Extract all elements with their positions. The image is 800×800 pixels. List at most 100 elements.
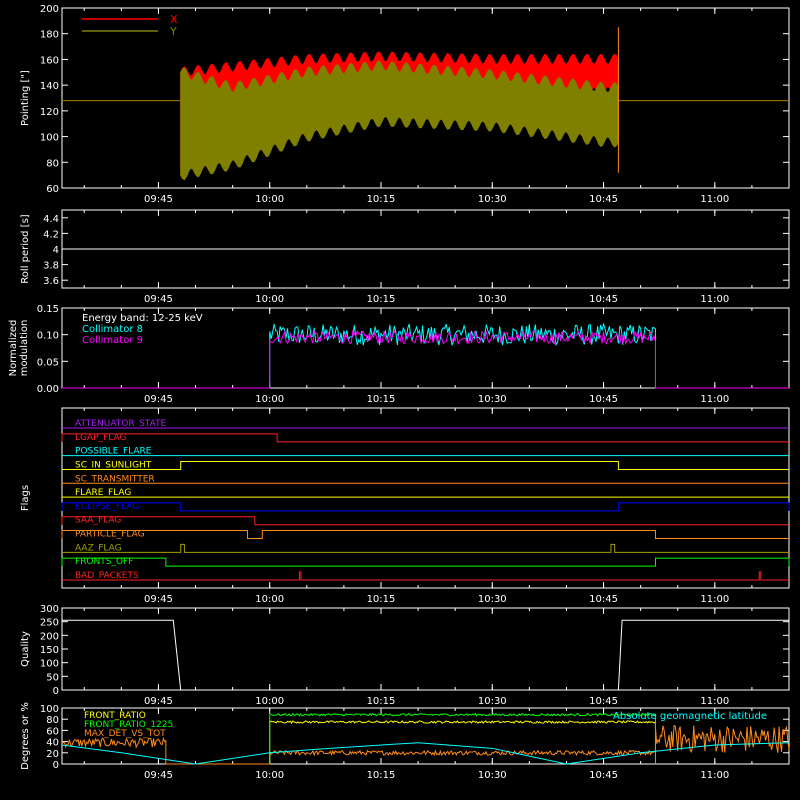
y-tick-label: 3.6 [43,276,59,287]
flag-label: FRONTS_OFF [75,557,133,567]
y-axis-label: Pointing ["] [20,70,31,126]
legend-label: MAX_DET_VS_TOT [84,729,166,739]
x-tick-label: 10:15 [367,294,396,305]
flag-label: SAA_FLAG [75,516,121,526]
y-tick-label: 40 [46,738,59,749]
y-tick-label: 0.15 [37,304,59,315]
x-tick-label: 10:00 [255,770,284,781]
flag-label: PARTICLE_FLAG [75,530,145,540]
y-tick-label: 0.00 [37,384,59,395]
y-tick-label: 4 [53,245,59,256]
panel-pointing: 09:45 10:00 10:15 10:30 10:45 11:00 Pointing [… [20,4,790,205]
x-tick-label: 10:45 [589,394,618,405]
flag-label: SC_TRANSMITTER [75,474,155,484]
flag-line [61,516,789,526]
series-Y [62,60,789,180]
x-tick-label: 11:00 [700,394,729,405]
y-tick-label: 120 [40,107,59,118]
x-tick-label: 10:30 [478,594,507,605]
x-tick-label: 10:45 [589,294,618,305]
x-tick-label: 11:00 [700,194,729,205]
annotation: Collimator 8 [82,324,143,335]
series-max-det-vs-tot [61,725,790,765]
y-tick-label: 60 [46,726,59,737]
x-tick-label: 09:45 [144,770,173,781]
flag-label: LGAP_FLAG [75,433,126,443]
x-tick-label: 09:45 [144,394,173,405]
y-axis-label: modulation [19,320,30,377]
flag-line [61,502,790,512]
x-tick-label: 09:45 [144,594,173,605]
panel-roll: 09:45 10:00 10:15 10:30 10:45 11:00 Roll perio… [20,209,790,305]
annotation: Collimator 9 [82,335,143,346]
x-tick-label: 11:00 [700,770,729,781]
y-tick-label: 20 [46,749,59,760]
flag-label: BAD_PACKETS [75,571,139,581]
y-tick-label: 250 [40,618,59,629]
y-tick-label: 3.8 [43,261,59,272]
flag-label: ECLIPSE_FLAG [75,502,139,512]
y-axis-label: Quality [20,631,31,667]
y-tick-label: 300 [40,604,59,615]
y-axis-label: Degrees or % [20,702,31,770]
y-tick-label: 200 [40,631,59,642]
x-tick-label: 09:45 [144,294,173,305]
x-tick-label: 10:00 [255,294,284,305]
x-tick-label: 10:00 [255,194,284,205]
y-tick-label: 160 [40,55,59,66]
x-tick-label: 09:45 [144,194,173,205]
legend-label: Y [169,25,177,38]
x-tick-label: 10:15 [367,194,396,205]
x-tick-label: 10:30 [478,394,507,405]
y-tick-label: 4.2 [43,229,59,240]
annotation: Absolute geomagnetic latitude [613,711,767,722]
panel-modulation: 09:45 10:00 10:15 10:30 10:45 11:00 Normalized… [8,304,790,405]
flag-line [62,460,789,470]
y-tick-label: 180 [40,30,59,41]
y-axis-label: Flags [20,485,31,511]
quality-series [62,619,789,691]
flag-line [61,433,789,443]
flag-line [61,530,789,540]
y-tick-label: 100 [40,659,59,670]
y-tick-label: 50 [46,672,59,683]
rhessi-quicklook-figure: 09:45 10:00 10:15 10:30 10:45 11:00 Pointing [… [8,4,790,781]
y-tick-label: 60 [46,184,59,195]
y-tick-label: 0 [53,686,59,697]
y-tick-label: 0.10 [37,331,59,342]
panel-flags: 09:45 10:00 10:15 10:30 10:45 11:00 Flags ATTEN… [20,407,790,605]
x-tick-label: 10:45 [589,696,618,707]
y-tick-label: 4.4 [43,214,59,225]
panel-quality: 09:45 10:00 10:15 10:30 10:45 11:00 Quality 0 50… [20,604,790,707]
x-tick-label: 10:00 [255,394,284,405]
flag-label: SC_IN_SUNLIGHT [75,460,152,470]
y-tick-label: 150 [40,645,59,656]
x-tick-label: 10:00 [255,594,284,605]
y-tick-label: 80 [46,715,59,726]
x-tick-label: 10:00 [255,696,284,707]
x-tick-label: 11:00 [700,294,729,305]
y-tick-label: 80 [46,158,59,169]
flag-label: POSSIBLE_FLARE [75,447,152,457]
x-tick-label: 10:30 [478,696,507,707]
series-front-ratio [269,720,656,764]
x-tick-label: 10:45 [589,770,618,781]
y-axis-label: Normalized [8,320,19,377]
x-tick-label: 11:00 [700,594,729,605]
x-tick-label: 09:45 [144,696,173,707]
x-tick-label: 10:30 [478,294,507,305]
x-tick-label: 10:45 [589,594,618,605]
flag-label: ATTENUATOR_STATE [75,419,167,429]
x-tick-label: 10:15 [367,394,396,405]
flag-label: FLARE_FLAG [75,488,131,498]
flag-line [62,543,789,553]
series-collimator-8 [62,322,789,389]
y-tick-label: 0.05 [37,357,59,368]
x-tick-label: 10:15 [367,770,396,781]
y-tick-label: 100 [40,133,59,144]
flag-label: AAZ_FLAG [75,543,122,553]
x-tick-label: 11:00 [700,696,729,707]
flag-line [62,571,789,581]
panel-ratios: 09:45 10:00 10:15 10:30 10:45 11:00 Degrees or… [20,702,790,781]
annotation: Energy band: 12-25 keV [82,313,203,324]
